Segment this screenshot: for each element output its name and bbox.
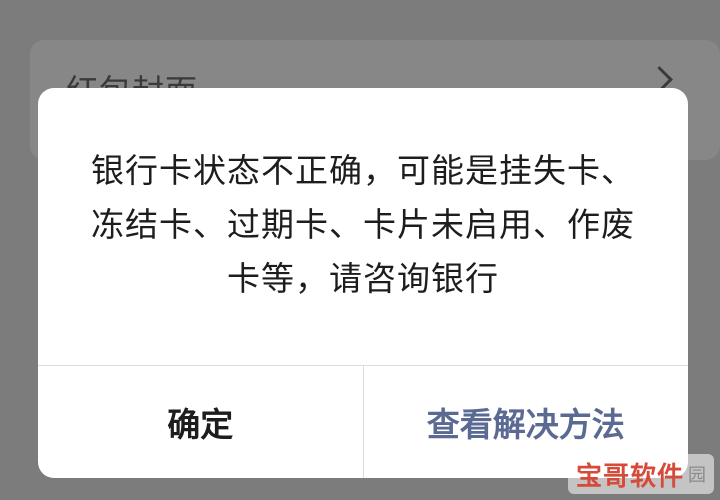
dialog-message: 银行卡状态不正确，可能是挂失卡、 冻结卡、过期卡、卡片未启用、作废 卡等，请咨询… [68, 144, 658, 306]
watermark-suffix: 园 [688, 465, 706, 486]
dialog-message-line: 银行卡状态不正确，可能是挂失卡、 [91, 151, 635, 190]
dialog-message-line: 冻结卡、过期卡、卡片未启用、作废 [91, 205, 635, 244]
screen: 红包封面 银行卡状态不正确，可能是挂失卡、 冻结卡、过期卡、卡片未启用、作废 卡… [0, 0, 720, 500]
site-watermark: 宝哥软件 园 [567, 454, 714, 494]
alert-dialog: 银行卡状态不正确，可能是挂失卡、 冻结卡、过期卡、卡片未启用、作废 卡等，请咨询… [38, 88, 688, 478]
watermark-text: 宝哥软件 [575, 461, 684, 492]
confirm-button[interactable]: 确定 [38, 366, 363, 478]
dialog-message-line: 卡等，请咨询银行 [227, 259, 499, 298]
